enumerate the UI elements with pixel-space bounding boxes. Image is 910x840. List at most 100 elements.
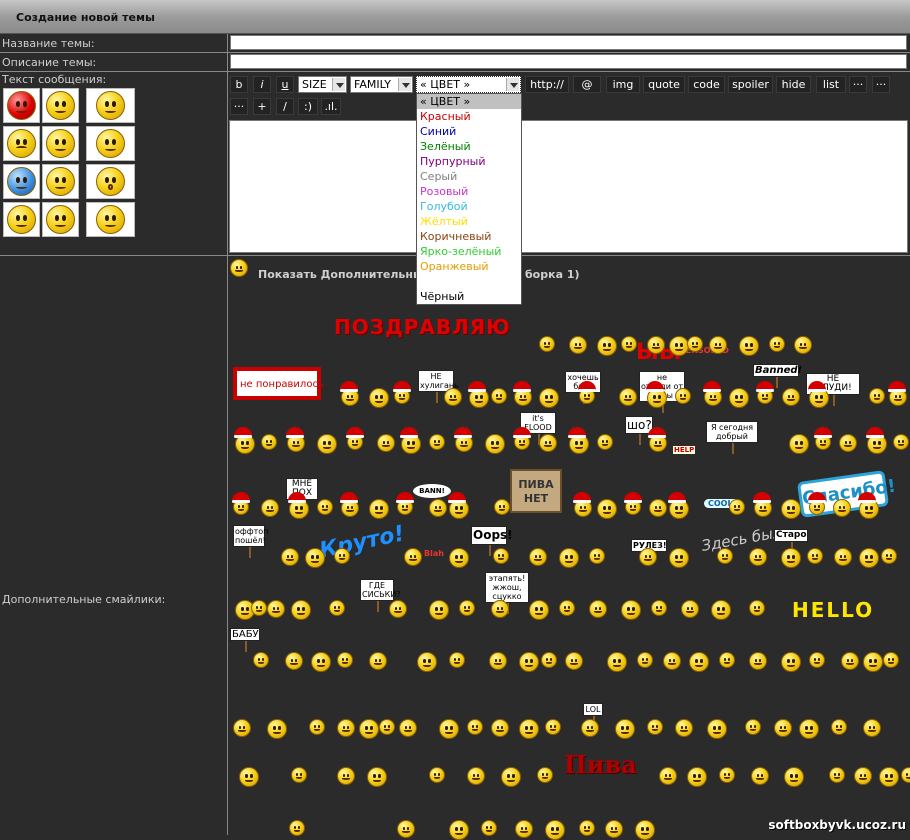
quote-button[interactable]: quote bbox=[643, 76, 685, 93]
extra-smiley-face-icon[interactable] bbox=[621, 600, 641, 620]
color-option[interactable]: Синий bbox=[417, 124, 521, 139]
congrats-sticker[interactable]: ПОЗДРАВЛЯЮ bbox=[334, 315, 511, 339]
color-option[interactable]: Пурпурный bbox=[417, 154, 521, 169]
extra-smiley-face-icon[interactable] bbox=[637, 652, 653, 668]
extra-smiley-face-icon[interactable] bbox=[539, 336, 555, 352]
extra-smiley-face-icon[interactable] bbox=[459, 600, 475, 616]
extra-smiley-face-icon[interactable] bbox=[711, 600, 731, 620]
extra-smiley-face-icon[interactable] bbox=[607, 652, 627, 672]
extra-smiley-face-icon[interactable] bbox=[833, 499, 851, 517]
color-dropdown-list[interactable]: « ЦВЕТ » Красный Синий Зелёный Пурпурный Серы… bbox=[416, 93, 522, 305]
extra-smiley-face-icon[interactable] bbox=[869, 388, 885, 404]
extra-smiley-face-icon[interactable] bbox=[481, 820, 497, 836]
color-option[interactable]: Красный bbox=[417, 109, 521, 124]
topic-desc-input[interactable] bbox=[230, 54, 907, 69]
oops-sign[interactable]: Oops! bbox=[471, 526, 513, 556]
extra-smiley-face-icon[interactable] bbox=[799, 719, 819, 739]
extra-smiley-face-icon[interactable] bbox=[709, 336, 727, 354]
extra-smiley-face-icon[interactable] bbox=[281, 548, 299, 566]
banned-sign[interactable]: Banned! bbox=[753, 364, 802, 388]
extra-smiley-face-icon[interactable] bbox=[369, 652, 387, 670]
extra-smiley-face-icon[interactable] bbox=[399, 719, 417, 737]
kruto-sticker[interactable]: Круто! bbox=[317, 521, 406, 563]
extra-smiley-face-icon[interactable] bbox=[285, 652, 303, 670]
extra-smiley-face-icon[interactable] bbox=[675, 719, 693, 737]
extra-smiley-face-icon[interactable] bbox=[559, 600, 575, 616]
extra-smiley-face-icon[interactable] bbox=[311, 652, 331, 672]
extra-smiley-face-icon[interactable] bbox=[539, 388, 559, 408]
extra-smiley-face-icon[interactable] bbox=[789, 434, 809, 454]
extra-smiley-face-icon[interactable] bbox=[883, 652, 899, 668]
extra-smiley-face-icon[interactable] bbox=[717, 548, 733, 564]
extra-smiley-face-icon[interactable] bbox=[605, 820, 623, 838]
extra-smiley-face-icon[interactable] bbox=[615, 719, 635, 739]
extra-smiley-face-icon[interactable] bbox=[597, 499, 617, 519]
extra-smiley-face-icon[interactable] bbox=[782, 388, 800, 406]
babu-sign[interactable]: БАБУ bbox=[230, 628, 260, 652]
color-option[interactable] bbox=[417, 274, 521, 289]
family-select[interactable]: FAMILY bbox=[350, 76, 413, 93]
color-option[interactable]: Зелёный bbox=[417, 139, 521, 154]
extra-smiley-face-icon[interactable] bbox=[635, 820, 655, 840]
extra-smiley-face-icon[interactable] bbox=[467, 767, 485, 785]
extra-smiley-face-icon[interactable] bbox=[621, 336, 637, 352]
extra-smiley-face-icon[interactable] bbox=[337, 767, 355, 785]
extra-smiley-face-icon[interactable] bbox=[719, 652, 735, 668]
extra-smiley-face-icon[interactable] bbox=[449, 652, 465, 668]
extra-smiley-face-icon[interactable] bbox=[781, 548, 801, 568]
extra-smiley-face-icon[interactable] bbox=[267, 600, 285, 618]
extra-smiley-face-icon[interactable] bbox=[369, 388, 389, 408]
smiley-cold[interactable] bbox=[3, 164, 40, 199]
bann-bubble[interactable]: BANN! bbox=[413, 484, 451, 498]
bars-button[interactable]: .ıl. bbox=[321, 98, 341, 115]
extra-smiley-face-icon[interactable] bbox=[739, 336, 759, 356]
extra-smiley-face-icon[interactable] bbox=[251, 600, 267, 616]
extra-smiley-face-icon[interactable] bbox=[337, 719, 355, 737]
extra-smiley-face-icon[interactable] bbox=[329, 600, 345, 616]
underline-button[interactable]: u bbox=[276, 76, 294, 93]
extra-smiley-face-icon[interactable] bbox=[831, 719, 847, 735]
extra-smiley-face-icon[interactable] bbox=[334, 548, 350, 564]
etapyat-sign[interactable]: этапять! жжош, сцукко bbox=[485, 572, 529, 614]
plus-button[interactable]: + bbox=[253, 98, 271, 115]
extra-smiley-face-icon[interactable] bbox=[529, 600, 549, 620]
smiley-smile[interactable] bbox=[42, 88, 79, 123]
color-option[interactable]: « ЦВЕТ » bbox=[417, 94, 521, 109]
size-select[interactable]: SIZE bbox=[298, 76, 347, 93]
show-more-link[interactable]: Показать Дополнительные bbox=[258, 268, 430, 281]
extra-smiley-face-icon[interactable] bbox=[493, 548, 509, 564]
extra-smiley-face-icon[interactable] bbox=[397, 820, 415, 838]
smiley-angry[interactable] bbox=[3, 88, 40, 123]
extra-smiley-face-icon[interactable] bbox=[467, 719, 483, 735]
topic-name-input[interactable] bbox=[230, 35, 907, 50]
extra-smiley-face-icon[interactable] bbox=[784, 767, 804, 787]
color-option[interactable]: Жёлтый bbox=[417, 214, 521, 229]
extra-smiley-face-icon[interactable] bbox=[289, 820, 305, 836]
more-button-1[interactable]: ··· bbox=[849, 76, 867, 93]
smiley-crying[interactable] bbox=[3, 202, 40, 237]
extra-smiley-face-icon[interactable] bbox=[369, 499, 389, 519]
extra-smiley-face-icon[interactable] bbox=[449, 548, 469, 568]
extra-smiley-face-icon[interactable] bbox=[669, 336, 689, 356]
extra-smiley-face-icon[interactable] bbox=[749, 548, 767, 566]
extra-smiley-face-icon[interactable] bbox=[901, 767, 910, 783]
extra-smiley-face-icon[interactable] bbox=[429, 600, 449, 620]
slash-button[interactable]: / bbox=[276, 98, 294, 115]
extra-smiley-face-icon[interactable] bbox=[651, 600, 667, 616]
url-button[interactable]: http:// bbox=[525, 76, 569, 93]
extra-smiley-face-icon[interactable] bbox=[565, 652, 583, 670]
smiley-wink[interactable] bbox=[42, 126, 79, 161]
smiley-laugh[interactable] bbox=[86, 126, 135, 161]
extra-smiley-face-icon[interactable] bbox=[439, 719, 459, 739]
color-select[interactable]: « ЦВЕТ » bbox=[416, 76, 521, 93]
extra-smiley-face-icon[interactable] bbox=[417, 652, 437, 672]
more-button-3[interactable]: ··· bbox=[230, 98, 248, 115]
extra-smiley-face-icon[interactable] bbox=[719, 767, 735, 783]
smiley-thinking[interactable] bbox=[86, 202, 135, 237]
extra-smiley-face-icon[interactable] bbox=[545, 820, 565, 840]
show-more-face-icon[interactable] bbox=[230, 259, 248, 277]
extra-smiley-face-icon[interactable] bbox=[233, 719, 251, 737]
extra-smiley-face-icon[interactable] bbox=[751, 767, 769, 785]
extra-smiley-face-icon[interactable] bbox=[485, 434, 505, 454]
smiley-grin[interactable] bbox=[86, 88, 135, 123]
